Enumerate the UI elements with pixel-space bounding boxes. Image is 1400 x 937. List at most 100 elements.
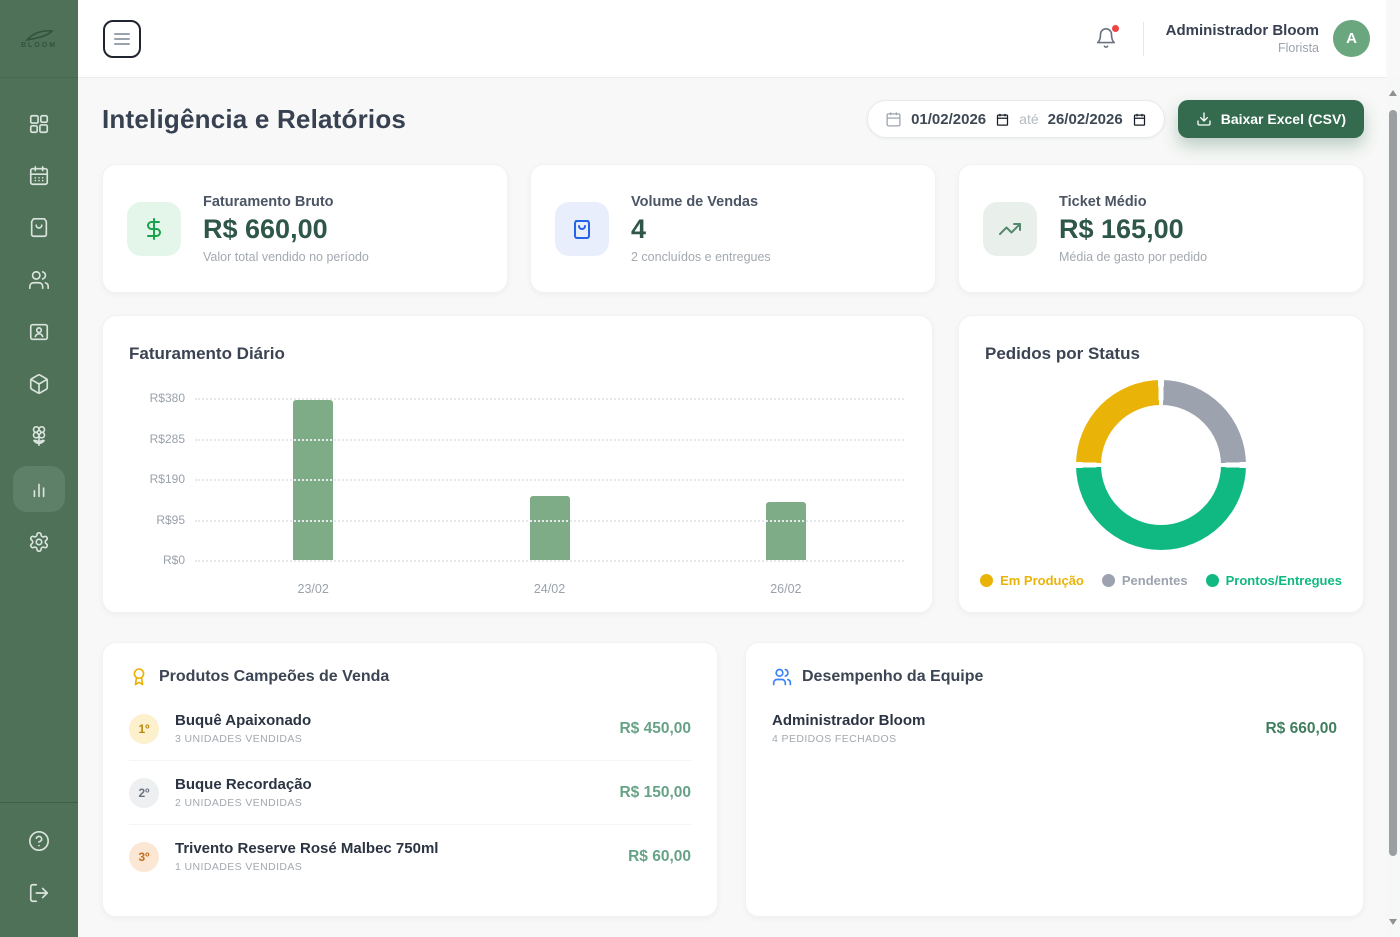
product-units: 2 UNIDADES VENDIDAS [175, 797, 312, 809]
date-to-input[interactable]: 26/02/2026 [1048, 111, 1123, 128]
sidebar-item-orders[interactable] [13, 206, 65, 250]
users-icon [28, 269, 50, 291]
bar-chart-plot: 23/0224/0226/02 R$0R$95R$190R$285R$380 [129, 398, 904, 560]
logout-icon [28, 882, 50, 904]
download-icon [1196, 111, 1212, 127]
scrollbar-thumb[interactable] [1389, 110, 1397, 856]
shopping-bag-icon [28, 217, 50, 239]
rank-badge: 3º [129, 842, 159, 872]
chart-title: Faturamento Diário [129, 344, 285, 364]
vertical-scrollbar [1386, 78, 1400, 937]
gridline [195, 520, 904, 522]
sidebar-item-staff[interactable] [13, 310, 65, 354]
sidebar-item-calendar[interactable] [13, 154, 65, 198]
bar-26/02 [766, 502, 806, 560]
logo-text: BLOOM [21, 42, 57, 49]
topbar-divider [1143, 22, 1144, 56]
team-performance-header: Desempenho da Equipe [772, 667, 1337, 687]
scrollbar-down-arrow[interactable] [1386, 915, 1400, 929]
sidebar-item-inventory[interactable] [13, 362, 65, 406]
bloom-logo: BLOOM [0, 0, 78, 78]
sidebar: BLOOM [0, 0, 78, 937]
top-products-card: Produtos Campeões de Venda 1º Buquê Apai… [102, 642, 718, 917]
kpi-card-revenue: Faturamento Bruto R$ 660,00 Valor total … [102, 164, 508, 293]
sidebar-footer [0, 802, 78, 937]
y-axis-tick: R$285 [129, 432, 185, 446]
chart-title: Pedidos por Status [985, 344, 1140, 364]
sidebar-item-dashboard[interactable] [13, 102, 65, 146]
product-row: 3º Trivento Reserve Rosé Malbec 750ml 1 … [129, 825, 691, 888]
legend-label: Prontos/Entregues [1226, 573, 1342, 588]
product-name: Buquê Apaixonado [175, 712, 311, 729]
flower-icon [28, 425, 50, 447]
notifications-button[interactable] [1095, 27, 1119, 51]
bottom-row: Produtos Campeões de Venda 1º Buquê Apai… [102, 642, 1364, 917]
x-axis-tick: 26/02 [751, 582, 821, 596]
sidebar-item-logout[interactable] [13, 871, 65, 915]
team-member-sub: 4 PEDIDOS FECHADOS [772, 733, 925, 745]
export-csv-button[interactable]: Baixar Excel (CSV) [1178, 100, 1364, 138]
product-units: 3 UNIDADES VENDIDAS [175, 733, 311, 745]
gridline [195, 479, 904, 481]
gear-icon [28, 531, 50, 553]
package-icon [28, 373, 50, 395]
kpi-card-sales-volume: Volume de Vendas 4 2 concluídos e entreg… [530, 164, 936, 293]
product-price: R$ 450,00 [619, 720, 691, 738]
team-performance-card: Desempenho da Equipe Administrador Bloom… [745, 642, 1364, 917]
date-from-picker-icon[interactable] [995, 112, 1010, 127]
shopping-bag-icon [555, 202, 609, 256]
donut-legend: Em Produção Pendentes Prontos/Entregues [959, 573, 1363, 588]
user-name: Administrador Bloom [1166, 22, 1319, 39]
y-axis-tick: R$380 [129, 391, 185, 405]
x-axis-tick: 24/02 [515, 582, 585, 596]
kpi-sub: 2 concluídos e entregues [631, 250, 771, 264]
kpi-sub: Valor total vendido no período [203, 250, 369, 264]
sidebar-item-customers[interactable] [13, 258, 65, 302]
kpi-label: Volume de Vendas [631, 194, 771, 210]
kpi-label: Ticket Médio [1059, 194, 1207, 210]
x-axis-tick: 23/02 [278, 582, 348, 596]
sidebar-item-reports[interactable] [13, 466, 65, 512]
orders-by-status-card: Pedidos por Status Em Produção Pendentes [958, 315, 1364, 613]
product-name: Trivento Reserve Rosé Malbec 750ml [175, 840, 438, 857]
donut-chart [1076, 380, 1246, 550]
help-circle-icon [28, 830, 50, 852]
menu-toggle-button[interactable] [103, 20, 141, 58]
kpi-value: 4 [631, 214, 771, 245]
content: Inteligência e Relatórios 01/02/2026 até… [78, 78, 1386, 937]
dashboard-icon [28, 113, 50, 135]
users-icon [772, 667, 792, 687]
legend-item[interactable]: Prontos/Entregues [1206, 573, 1342, 588]
kpi-card-average-ticket: Ticket Médio R$ 165,00 Média de gasto po… [958, 164, 1364, 293]
sidebar-item-flowers[interactable] [13, 414, 65, 458]
date-separator: até [1019, 111, 1038, 127]
date-to-picker-icon[interactable] [1132, 112, 1147, 127]
bar-24/02 [530, 496, 570, 560]
legend-swatch [980, 574, 993, 587]
sidebar-item-settings[interactable] [13, 520, 65, 564]
topbar: Administrador Bloom Florista A [78, 0, 1386, 78]
trending-up-icon [983, 202, 1037, 256]
calendar-icon [885, 111, 902, 128]
sidebar-item-help[interactable] [13, 819, 65, 863]
legend-item[interactable]: Pendentes [1102, 573, 1188, 588]
calendar-icon [28, 165, 50, 187]
export-csv-label: Baixar Excel (CSV) [1221, 111, 1346, 127]
bar-chart-icon [28, 478, 50, 500]
product-units: 1 UNIDADES VENDIDAS [175, 861, 438, 873]
team-member-value: R$ 660,00 [1265, 720, 1337, 738]
y-axis-tick: R$190 [129, 472, 185, 486]
legend-item[interactable]: Em Produção [980, 573, 1084, 588]
avatar[interactable]: A [1333, 20, 1370, 57]
date-from-input[interactable]: 01/02/2026 [911, 111, 986, 128]
legend-swatch [1206, 574, 1219, 587]
dollar-icon [127, 202, 181, 256]
y-axis-tick: R$95 [129, 513, 185, 527]
kpi-label: Faturamento Bruto [203, 194, 369, 210]
scrollbar-up-arrow[interactable] [1386, 86, 1400, 100]
gridline [195, 439, 904, 441]
top-products-title: Produtos Campeões de Venda [159, 668, 389, 686]
contact-card-icon [28, 321, 50, 343]
date-range-picker: 01/02/2026 até 26/02/2026 [867, 100, 1165, 138]
kpi-value: R$ 165,00 [1059, 214, 1207, 245]
